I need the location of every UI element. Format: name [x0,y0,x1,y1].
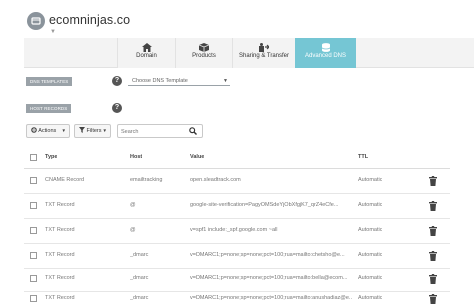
column-header-ttl: TTL [358,154,369,160]
record-value: google-site-verification=PagyOMSdeYjObXf… [190,202,339,208]
table-row: TXT Record @ google-site-verification=Pa… [24,194,450,219]
dns-templates-heading: DNS TEMPLATES [26,77,73,86]
record-type: TXT Record [45,202,75,208]
chevron-down-icon: ▼ [102,128,107,133]
row-checkbox[interactable] [30,295,37,302]
record-host: _dmarc [130,252,149,258]
trash-icon[interactable] [429,226,437,236]
filters-button[interactable]: Filters ▼ [74,124,111,138]
record-ttl: Automatic [358,252,383,258]
trash-icon[interactable] [429,201,437,211]
table-row: TXT Record _dmarc v=DMARC1;p=none;sp=non… [24,267,450,292]
record-host: emailtracking [130,177,163,183]
record-type: TXT Record [45,252,75,258]
tab-products[interactable]: Products [175,38,232,68]
tab-label: Domain [136,53,157,59]
table-row: CNAME Record emailtracking open.sleadtra… [24,169,450,194]
dns-template-select-value: Choose DNS Template [132,78,188,84]
trash-icon[interactable] [429,251,437,261]
record-type: TXT Record [45,227,75,233]
record-type: TXT Record [45,295,75,301]
table-row: TXT Record _dmarc v=DMARC1;p=none;sp=non… [24,290,450,304]
funnel-icon [79,127,85,133]
row-checkbox[interactable] [30,227,37,234]
search-box[interactable] [117,124,203,138]
record-value: v=spf1 include:_spf.google.com ~all [190,227,278,233]
actions-button[interactable]: Actions ▼ [26,124,70,138]
record-value: v=DMARC1;p=none;sp=none;pct=100;rua=mail… [190,275,348,281]
record-value: open.sleadtrack.com [190,177,241,183]
trash-icon[interactable] [429,274,437,284]
chevron-down-icon: ▼ [61,128,66,133]
trash-icon[interactable] [429,294,437,304]
search-icon[interactable] [189,127,197,135]
record-ttl: Automatic [358,275,383,281]
house-icon [141,43,152,52]
records-table-header: Type Host Value TTL [24,145,450,169]
column-header-value: Value [190,154,205,160]
tab-domain[interactable]: Domain [117,38,175,68]
share-icon [259,43,269,52]
row-checkbox[interactable] [30,275,37,282]
record-type: CNAME Record [45,177,85,183]
tab-advanced-dns[interactable]: Advanced DNS [295,38,356,68]
column-header-type: Type [45,154,58,160]
row-checkbox[interactable] [30,177,37,184]
select-all-checkbox[interactable] [30,154,37,161]
record-value: v=DMARC1;p=none;sp=none;pct=100;rua=mail… [190,295,352,301]
table-row: TXT Record @ v=spf1 include:_spf.google.… [24,219,450,244]
chevron-down-icon: ▼ [223,78,228,84]
record-ttl: Automatic [358,227,383,233]
dns-template-select[interactable]: Choose DNS Template ▼ [128,76,230,86]
row-checkbox[interactable] [30,252,37,259]
box-icon [199,43,209,52]
filters-label: Filters [86,128,102,134]
site-name[interactable]: ecomninjas.co [49,13,130,27]
help-icon[interactable]: ? [112,103,122,113]
search-input[interactable] [121,127,187,136]
actions-label: Actions [38,128,57,134]
record-host: _dmarc [130,295,149,301]
trash-icon[interactable] [429,176,437,186]
record-host: @ [130,202,136,208]
record-host: _dmarc [130,275,149,281]
host-records-heading: HOST RECORDS [26,104,72,113]
tab-sharing-transfer[interactable]: Sharing & Transfer [232,38,295,68]
record-host: @ [130,227,136,233]
table-row: TXT Record _dmarc v=DMARC1;p=none;sp=non… [24,244,450,269]
record-ttl: Automatic [358,177,383,183]
help-icon[interactable]: ? [112,76,122,86]
globe-icon [27,12,45,30]
chevron-down-icon[interactable]: ▼ [50,29,56,35]
record-value: v=DMARC1;p=none;sp=none;pct=100;rua=mail… [190,252,345,258]
site-header: ecomninjas.co ▼ [0,0,474,38]
tab-label: Sharing & Transfer [238,53,290,59]
gear-icon [31,127,37,133]
database-icon [321,43,330,52]
row-checkbox[interactable] [30,202,37,209]
record-ttl: Automatic [358,295,383,301]
record-type: TXT Record [45,275,75,281]
tab-bar: Domain Products Sharing & Transfer Advan… [24,38,474,68]
tab-label: Advanced DNS [304,53,347,59]
record-ttl: Automatic [358,202,383,208]
tab-label: Products [192,53,216,59]
column-header-host: Host [130,154,143,160]
